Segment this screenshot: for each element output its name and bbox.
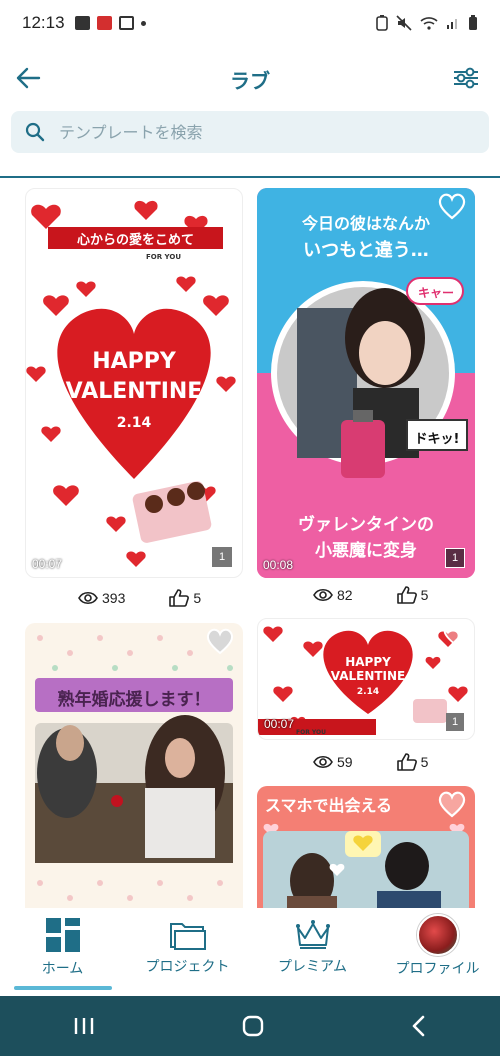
nav-home-label: ホーム: [41, 961, 84, 977]
thumbs-up-icon[interactable]: [396, 753, 417, 771]
nav-premium[interactable]: プレミアム: [250, 908, 375, 996]
nav-home[interactable]: ホーム: [0, 908, 125, 996]
camera-notification-icon: [118, 16, 134, 30]
like-count: 5: [420, 587, 429, 603]
avatar: [416, 914, 459, 956]
template-card[interactable]: HAPPY VALENTINE 2.14 FOR YOU 00:07 1: [257, 618, 475, 740]
template-card[interactable]: 熟年婚応援します！: [25, 623, 243, 908]
more-notifications-icon: [140, 20, 146, 26]
card-duration: 00:07: [264, 717, 295, 731]
card-page-badge: 1: [212, 547, 232, 567]
search-bar[interactable]: [11, 111, 489, 153]
search-icon: [25, 122, 45, 142]
thumbs-up-icon[interactable]: [396, 586, 417, 604]
card-duration: 00:08: [263, 558, 294, 572]
card-main-line2: VALENTINE: [330, 669, 406, 683]
search-input[interactable]: [59, 122, 439, 142]
active-tab-indicator: [14, 986, 112, 990]
system-navigation-bar: [0, 996, 500, 1056]
back-chevron-icon[interactable]: [411, 1015, 427, 1037]
card-headline: スマホで出会える: [265, 796, 393, 815]
signal-icon: [447, 19, 457, 29]
bottom-navigation: ホーム プロジェクト プレミアム プロファイル: [0, 908, 500, 996]
nav-premium-label: プレミアム: [277, 959, 348, 975]
folder-icon: [169, 923, 206, 950]
card-bubble-2: ドキッ!: [414, 432, 460, 447]
favorite-heart-icon[interactable]: [204, 193, 234, 221]
filter-button[interactable]: [446, 58, 486, 98]
template-card[interactable]: 今日の彼はなんか いつもと違う… キャー ドキッ! ヴァレンタインの 小悪魔に変…: [257, 188, 475, 578]
eye-icon: [78, 591, 98, 605]
card-thumbnail: [35, 635, 233, 901]
card-page-badge: 1: [445, 548, 465, 568]
card-bubble-1: キャー: [417, 286, 454, 300]
eye-icon: [313, 588, 333, 602]
status-time: 12:13: [22, 13, 65, 32]
card-main-line1: HAPPY: [92, 349, 176, 374]
nav-profile-label: プロファイル: [395, 961, 480, 977]
dashboard-icon: [45, 918, 80, 952]
sliders-icon: [454, 67, 478, 89]
mute-icon: [396, 15, 412, 31]
card-sub: FOR YOU: [146, 253, 182, 261]
favorite-heart-icon[interactable]: [442, 623, 466, 645]
card-main-line1: HAPPY: [345, 655, 391, 669]
back-button[interactable]: [8, 58, 48, 98]
nav-profile[interactable]: プロファイル: [375, 908, 500, 996]
like-count: 5: [193, 590, 202, 606]
card-stats: 393 5: [78, 589, 201, 607]
view-count: 59: [337, 754, 353, 770]
card-bottom-line1: ヴァレンタインの: [298, 515, 434, 535]
card-page-badge: 1: [446, 713, 464, 731]
card-stats: 59 5: [313, 753, 428, 771]
card-date: 2.14: [116, 415, 152, 431]
crown-icon: [295, 920, 330, 949]
page-title: ラブ: [230, 68, 270, 93]
status-bar: 12:13: [0, 0, 500, 46]
card-headline: 心からの愛をこめて: [76, 233, 194, 248]
card-duration: 00:07: [32, 557, 63, 571]
favorite-heart-icon[interactable]: [437, 790, 467, 818]
card-headline: 熟年婚応援します！: [57, 690, 211, 710]
nav-projects[interactable]: プロジェクト: [125, 908, 250, 996]
arrow-left-icon: [16, 67, 41, 89]
thumbs-up-icon[interactable]: [169, 589, 190, 607]
recent-apps-icon[interactable]: [73, 1016, 95, 1036]
favorite-heart-icon[interactable]: [437, 192, 467, 220]
app-bar: ラブ: [0, 52, 500, 106]
template-card[interactable]: スマホで出会える: [257, 786, 475, 908]
nav-projects-label: プロジェクト: [145, 959, 230, 975]
template-card[interactable]: 心からの愛をこめて FOR YOU HAPPY VALENTINE 2.14 0…: [25, 188, 243, 578]
card-sub: FOR YOU: [296, 729, 327, 736]
view-count: 82: [337, 587, 353, 603]
battery-icon: [469, 15, 477, 30]
card-stats: 82 5: [313, 586, 428, 604]
like-count: 5: [420, 754, 429, 770]
card-main-line2: VALENTINE: [65, 379, 203, 404]
favorite-heart-icon[interactable]: [205, 627, 235, 655]
home-circle-icon[interactable]: [241, 1014, 265, 1038]
gallery-notification-icon: [74, 16, 90, 30]
app-notification-icon: [96, 16, 112, 30]
view-count: 393: [102, 590, 126, 606]
card-headline-line2: いつもと違う…: [303, 240, 429, 261]
template-grid: 心からの愛をこめて FOR YOU HAPPY VALENTINE 2.14 0…: [0, 178, 500, 908]
battery-saver-icon: [376, 15, 388, 31]
wifi-icon: [420, 17, 438, 30]
card-date: 2.14: [356, 687, 380, 697]
eye-icon: [313, 755, 333, 769]
